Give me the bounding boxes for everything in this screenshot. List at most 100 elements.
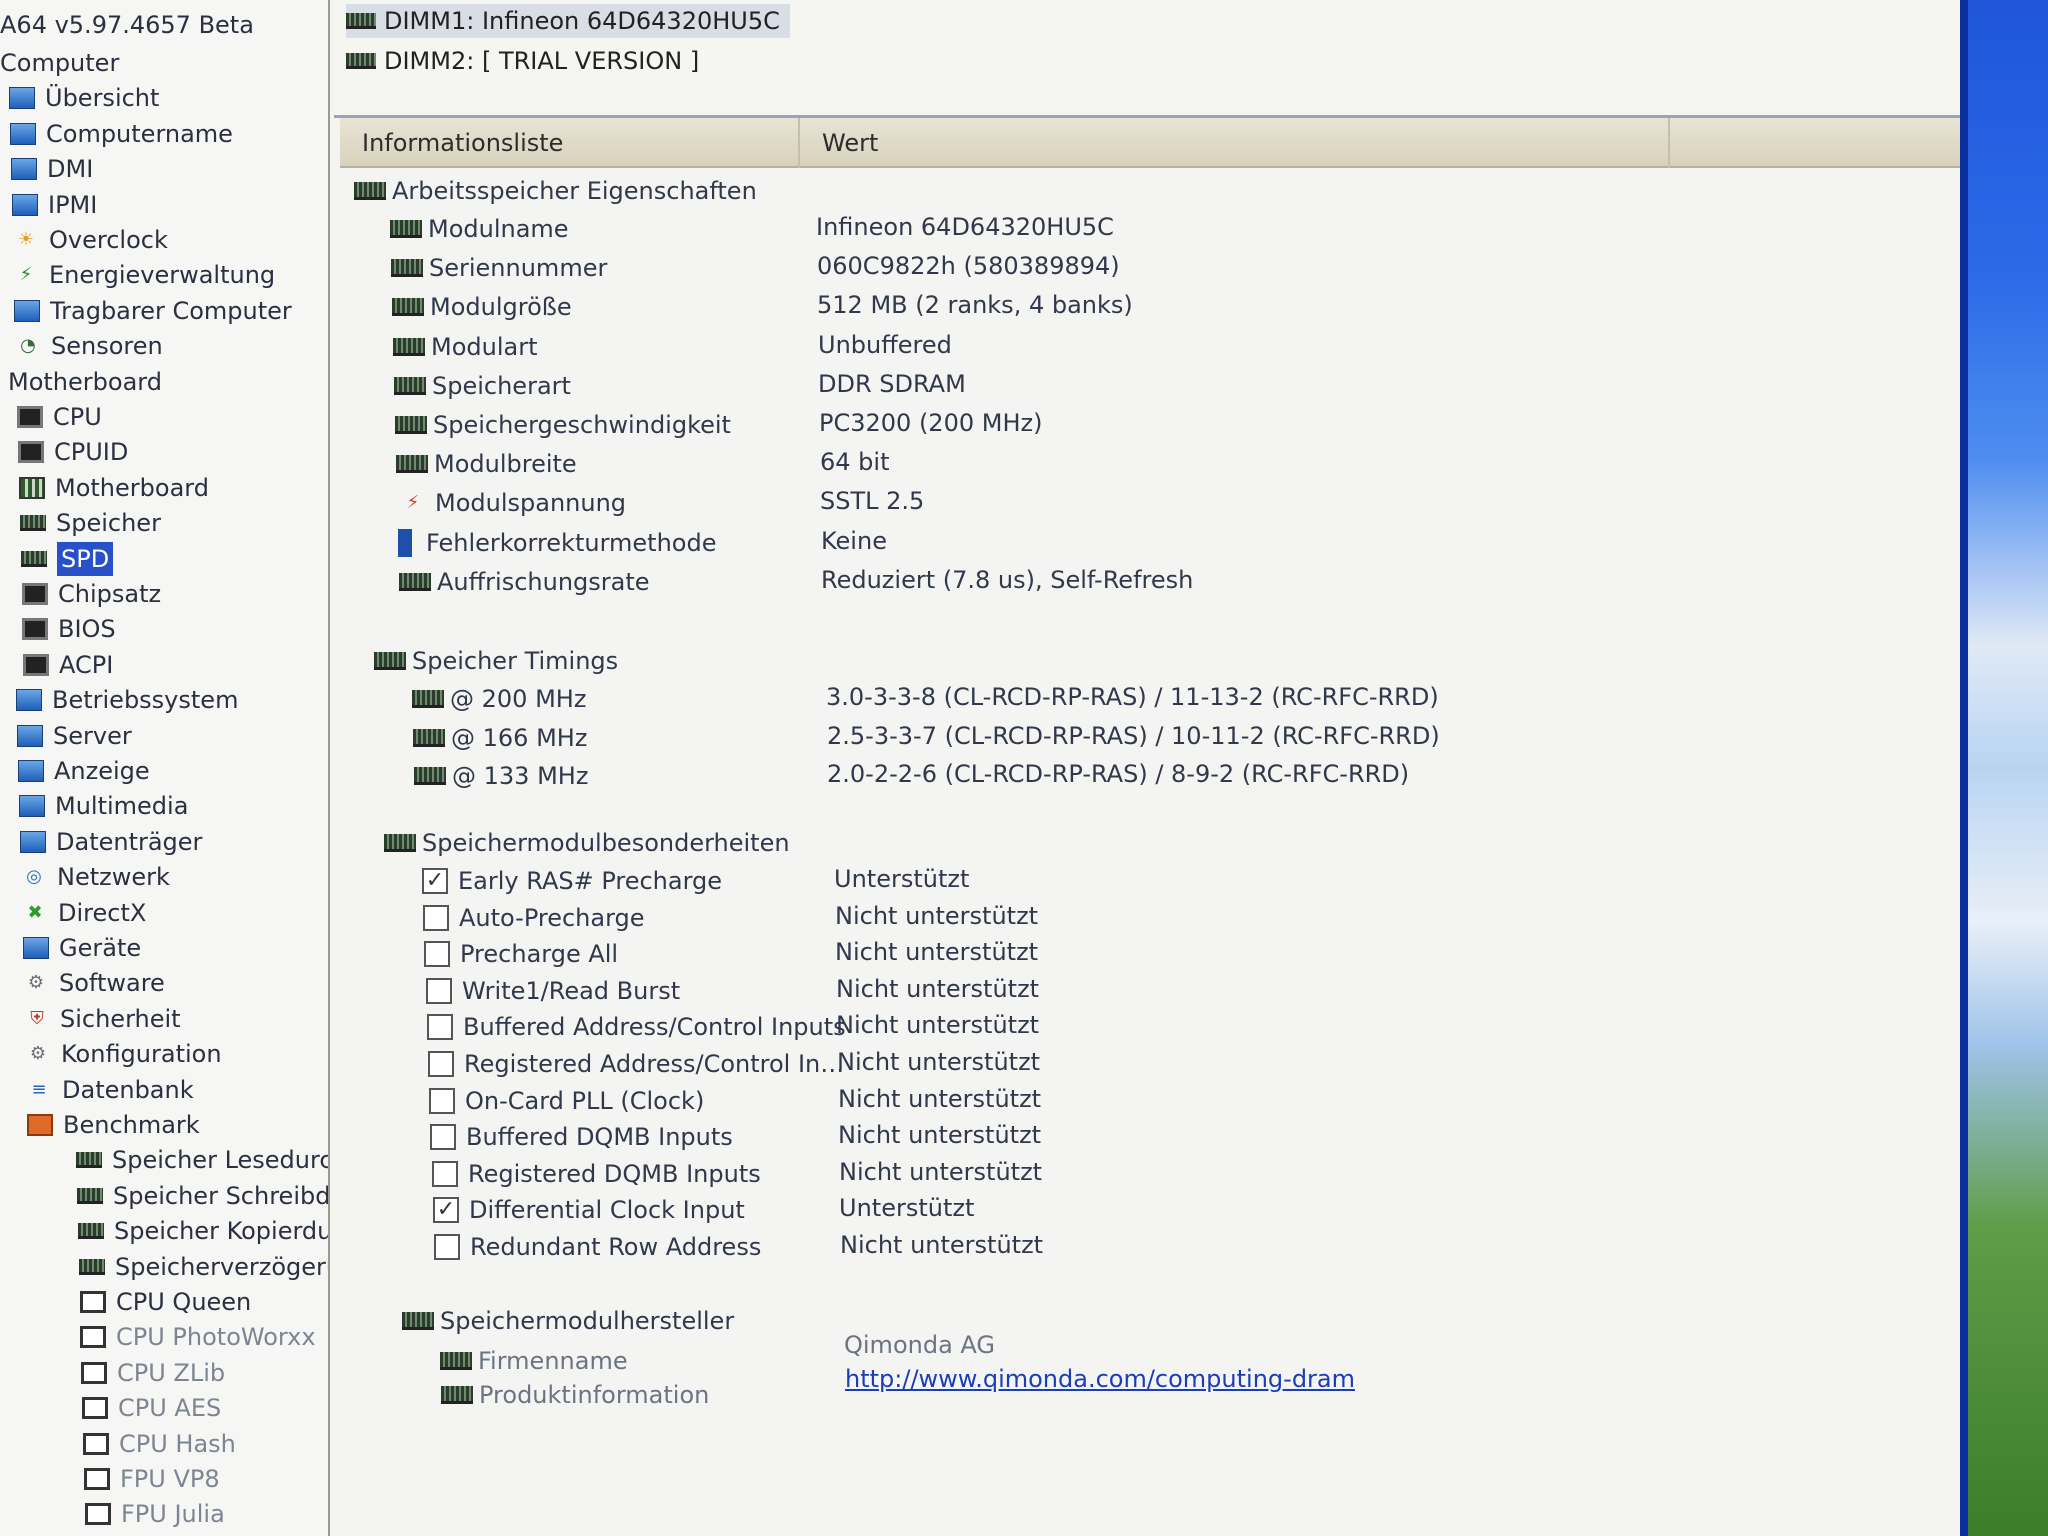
tree-item-motherboard[interactable]: Motherboard <box>8 365 162 399</box>
tree-item-computername[interactable]: Computername <box>10 117 233 151</box>
product-info-link[interactable]: http://www.qimonda.com/computing-dram <box>845 1362 1355 1396</box>
unchecked-checkbox-icon <box>427 1014 453 1041</box>
tree-item-benchmark[interactable]: Benchmark <box>27 1108 200 1142</box>
info-row-field[interactable]: ✓ Early RAS# Precharge <box>422 864 722 898</box>
tree-item-fpu-julia[interactable]: FPU Julia <box>85 1497 225 1531</box>
field-value: Nicht unterstützt <box>835 901 1039 930</box>
tree-item-übersicht[interactable]: Übersicht <box>9 81 159 115</box>
tree-item-motherboard[interactable]: Motherboard <box>19 471 209 505</box>
tree-item-chipsatz[interactable]: Chipsatz <box>22 577 161 611</box>
tree-item-tragbarer-computer[interactable]: Tragbarer Computer <box>14 294 292 328</box>
tree-item-betriebssystem[interactable]: Betriebssystem <box>16 683 238 717</box>
field-value: Nicht unterstützt <box>837 1048 1041 1076</box>
tree-item-server[interactable]: Server <box>17 719 132 753</box>
tree-item-fpu-vp8[interactable]: FPU VP8 <box>84 1462 220 1496</box>
memory-module-icon <box>384 834 416 852</box>
field-value: 64 bit <box>820 448 890 477</box>
field-value: Nicht unterstützt <box>838 1084 1042 1113</box>
info-row-field[interactable]: Modulname <box>390 212 569 246</box>
info-row-field[interactable]: Modulart <box>393 330 538 364</box>
info-row-field[interactable]: Auto-Precharge <box>423 901 645 935</box>
tree-item-cpu-aes[interactable]: CPU AES <box>82 1391 221 1425</box>
tree-item-software[interactable]: ⚙ Software <box>23 966 165 1000</box>
tree-item-netzwerk[interactable]: ◎ Netzwerk <box>21 860 170 894</box>
tree-item-geräte[interactable]: Geräte <box>23 931 141 965</box>
info-row-field[interactable]: Buffered Address/Control Inputs <box>427 1010 846 1044</box>
section-header-props[interactable]: Arbeitsspeicher Eigenschaften <box>354 174 757 208</box>
tree-item-ipmi[interactable]: IPMI <box>12 188 97 222</box>
field-value: Keine <box>821 526 887 555</box>
tree-item-computer[interactable]: Computer <box>0 46 119 80</box>
tree-item-bios[interactable]: BIOS <box>22 612 116 646</box>
tree-item-anzeige[interactable]: Anzeige <box>18 754 150 788</box>
tree-item-datenbank[interactable]: ≡ Datenbank <box>26 1073 193 1107</box>
tree-item-konfiguration[interactable]: ⚙ Konfiguration <box>25 1037 222 1071</box>
info-row-field[interactable]: @ 133 MHz <box>414 759 588 793</box>
tree-item-speicher[interactable]: Speicher <box>20 506 161 540</box>
info-row-field[interactable]: @ 200 MHz <box>412 682 586 716</box>
info-row-field[interactable]: @ 166 MHz <box>413 721 587 755</box>
info-row-field[interactable]: ⚡ Modulspannung <box>397 486 626 520</box>
tree-item-cpu[interactable]: CPU <box>17 400 102 434</box>
tree-item-speicherverzögerung[interactable]: Speicherverzögerung <box>79 1250 328 1284</box>
info-row-field[interactable]: Firmenname <box>440 1344 628 1378</box>
info-row-field[interactable]: Speichergeschwindigkeit <box>395 408 731 442</box>
info-row-field[interactable]: Seriennummer <box>391 251 607 285</box>
tree-item-speicher-lesedurchsatz[interactable]: Speicher Lesedurchsatz <box>76 1143 328 1177</box>
info-row-field[interactable]: Fehlerkorrekturmethode <box>398 526 716 560</box>
navigation-tree[interactable]: A64 v5.97.4657 Beta Computer Übersicht Com… <box>0 0 330 1536</box>
tree-item-label: Speicher Schreibdurchsatz <box>113 1181 330 1210</box>
info-row-field[interactable]: Registered Address/Control In… <box>428 1047 844 1081</box>
tree-item-energieverwaltung[interactable]: ⚡ Energieverwaltung <box>13 258 276 292</box>
link-icon <box>441 1386 473 1404</box>
field-label: Modulname <box>428 215 569 243</box>
tree-item-sensoren[interactable]: ◔ Sensoren <box>15 329 163 363</box>
tree-item-dmi[interactable]: DMI <box>11 152 93 186</box>
tree-item-multimedia[interactable]: Multimedia <box>19 789 188 823</box>
info-list[interactable]: Arbeitsspeicher Eigenschaften Modulname In… <box>340 170 1960 1536</box>
device-item-dimm1[interactable]: DIMM1: Infineon 64D64320HU5C <box>346 4 790 38</box>
tree-item-datenträger[interactable]: Datenträger <box>20 825 202 859</box>
tree-item-cpu-photoworxx[interactable]: CPU PhotoWorxx <box>80 1320 316 1354</box>
tree-item-label: FPU VP8 <box>120 1465 220 1493</box>
tree-item-speicher-schreibdurchsatz[interactable]: Speicher Schreibdurchsatz <box>77 1179 330 1213</box>
tree-item-cpu-zlib[interactable]: CPU ZLib <box>81 1356 225 1390</box>
column-header-field[interactable]: Informationsliste <box>340 118 800 168</box>
section-title: Arbeitsspeicher Eigenschaften <box>392 177 757 205</box>
tree-item-overclock[interactable]: ☀ Overclock <box>13 223 168 257</box>
info-row-field[interactable]: Speicherart <box>394 369 571 403</box>
info-row-field[interactable]: Auffrischungsrate <box>399 565 650 599</box>
info-row-field[interactable]: ✓ Differential Clock Input <box>433 1193 745 1227</box>
section-header-manufacturer[interactable]: Speichermodulhersteller <box>402 1304 734 1338</box>
field-value: 3.0-3-3-8 (CL-RCD-RP-RAS) / 11-13-2 (RC-… <box>826 683 1439 711</box>
field-value: Nicht unterstützt <box>839 1157 1043 1186</box>
tree-item-sicherheit[interactable]: ⛨ Sicherheit <box>24 1002 180 1036</box>
section-header-features[interactable]: Speichermodulbesonderheiten <box>384 826 790 860</box>
device-item-dimm2[interactable]: DIMM2: [ TRIAL VERSION ] <box>346 44 699 78</box>
info-row-field[interactable]: Redundant Row Address <box>434 1230 761 1264</box>
info-row-field[interactable]: On-Card PLL (Clock) <box>429 1084 704 1118</box>
column-header-value[interactable]: Wert <box>800 118 1670 168</box>
tree-item-acpi[interactable]: ACPI <box>23 648 113 682</box>
device-list[interactable]: DIMM1: Infineon 64D64320HU5C DIMM2: [ TR… <box>334 0 1960 118</box>
tree-item-cpu-hash[interactable]: CPU Hash <box>83 1427 236 1461</box>
field-value: PC3200 (200 MHz) <box>819 409 1043 437</box>
field-label: Early RAS# Precharge <box>458 867 723 895</box>
section-header-timings[interactable]: Speicher Timings <box>374 644 618 678</box>
info-row-field[interactable]: Buffered DQMB Inputs <box>430 1120 733 1154</box>
tree-item-cpu-queen[interactable]: CPU Queen <box>80 1285 251 1319</box>
overclock-icon: ☀ <box>17 229 35 250</box>
error-correction-icon <box>398 528 412 557</box>
info-row-field[interactable]: Precharge All <box>424 937 618 971</box>
tree-item-spd[interactable]: SPD <box>21 541 114 576</box>
info-row-field[interactable]: Modulgröße <box>392 290 572 324</box>
tree-item-directx[interactable]: ✖ DirectX <box>22 896 146 930</box>
app-title-text: A64 v5.97.4657 Beta <box>0 11 254 39</box>
tree-item-label: Benchmark <box>63 1111 200 1139</box>
info-row-field[interactable]: Write1/Read Burst <box>426 974 680 1008</box>
info-row-field[interactable]: Modulbreite <box>396 447 577 481</box>
info-row-field[interactable]: Produktinformation <box>441 1378 709 1412</box>
tree-item-cpuid[interactable]: CPUID <box>18 435 128 469</box>
info-row-field[interactable]: Registered DQMB Inputs <box>432 1157 761 1191</box>
tree-item-speicher-kopierdurchsatz[interactable]: Speicher Kopierdurchsatz <box>78 1214 328 1248</box>
